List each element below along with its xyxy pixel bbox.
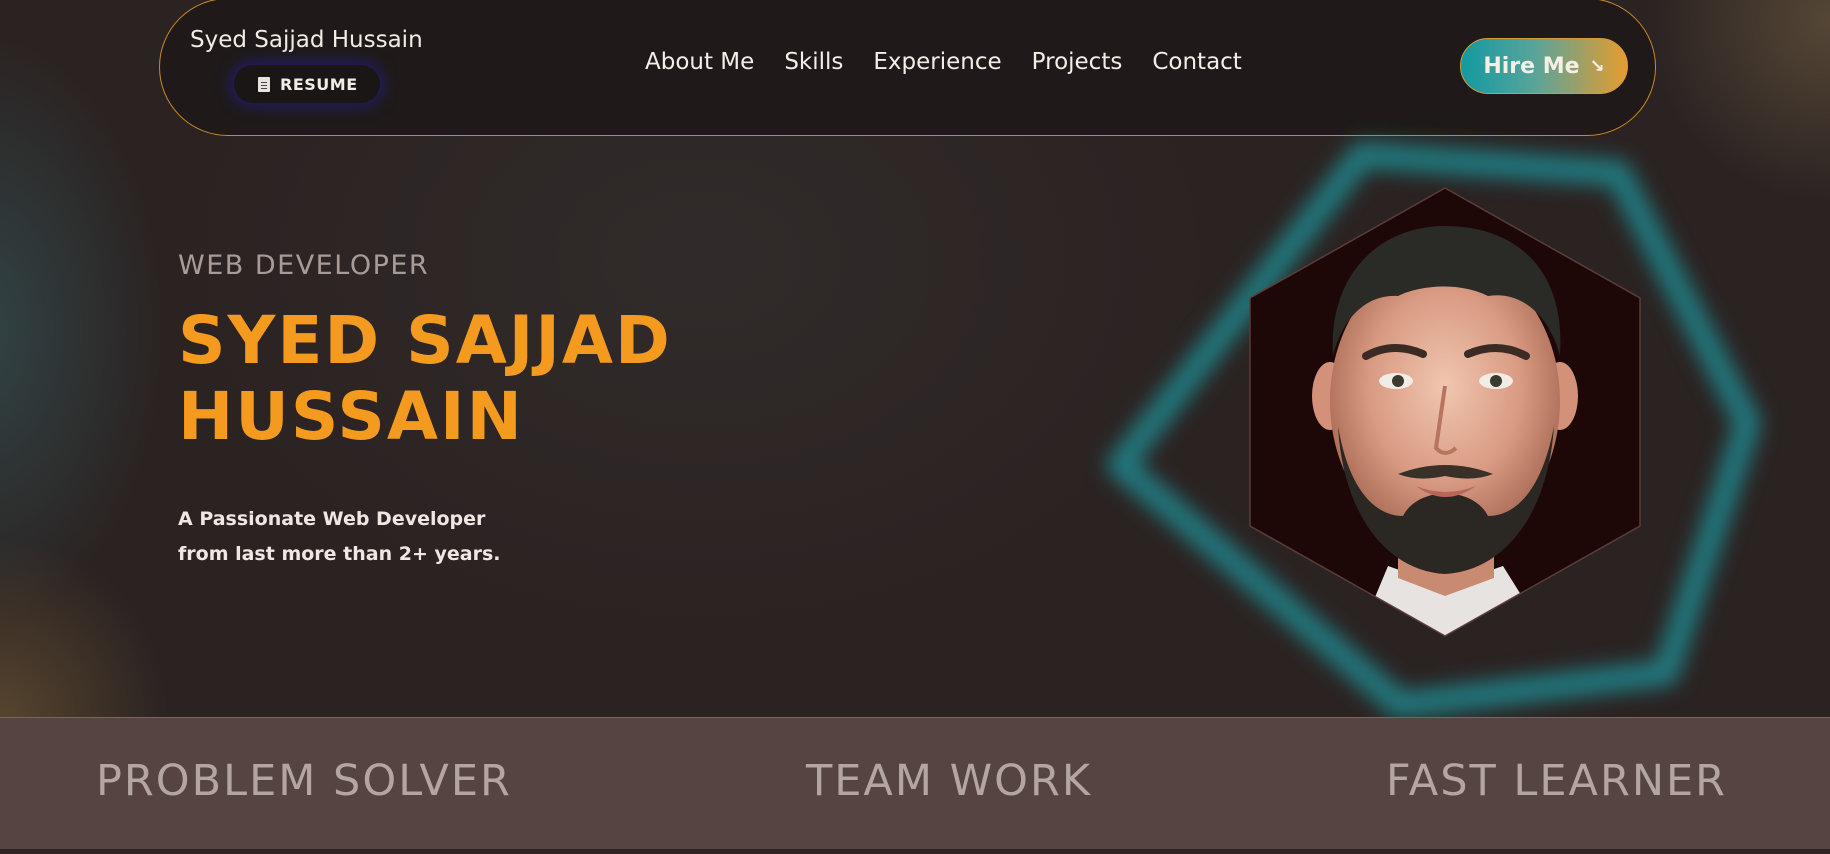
strip-item-team-work: TEAM WORK: [806, 756, 1093, 806]
hero-name-line-1: SYED SAJJAD: [178, 302, 672, 379]
skills-strip: PROBLEM SOLVER TEAM WORK FAST LEARNER: [0, 717, 1830, 850]
nav-contact[interactable]: Contact: [1152, 49, 1241, 75]
hero-name: SYED SAJJAD HUSSAIN: [178, 303, 818, 455]
nav-skills[interactable]: Skills: [784, 49, 843, 75]
hero-name-line-2: HUSSAIN: [178, 378, 524, 455]
tagline-line-1: A Passionate Web Developer: [178, 508, 486, 530]
document-icon: [258, 76, 270, 92]
nav-experience[interactable]: Experience: [873, 49, 1001, 75]
hire-me-label: Hire Me: [1483, 53, 1580, 79]
resume-label: RESUME: [280, 74, 358, 94]
nav-projects[interactable]: Projects: [1032, 49, 1123, 75]
strip-item-problem-solver: PROBLEM SOLVER: [96, 756, 512, 806]
tagline: A Passionate Web Developer from last mor…: [178, 502, 518, 572]
hire-me-button[interactable]: Hire Me ↘: [1460, 38, 1628, 94]
resume-button[interactable]: RESUME: [234, 65, 380, 103]
portfolio-page: Syed Sajjad Hussain RESUME About Me Skil…: [0, 0, 1830, 854]
brand-name[interactable]: Syed Sajjad Hussain: [190, 27, 423, 53]
strip-item-fast-learner: FAST LEARNER: [1386, 756, 1728, 806]
arrow-down-right-icon: ↘: [1589, 55, 1605, 77]
tagline-line-2: from last more than 2+ years.: [178, 543, 501, 565]
role-label: WEB DEVELOPER: [178, 250, 430, 281]
navbar: Syed Sajjad Hussain RESUME About Me Skil…: [159, 0, 1656, 136]
nav-links: About Me Skills Experience Projects Cont…: [645, 49, 1242, 75]
nav-about-me[interactable]: About Me: [645, 49, 754, 75]
profile-photo: [1249, 187, 1641, 637]
page-bottom-edge: [0, 849, 1830, 854]
